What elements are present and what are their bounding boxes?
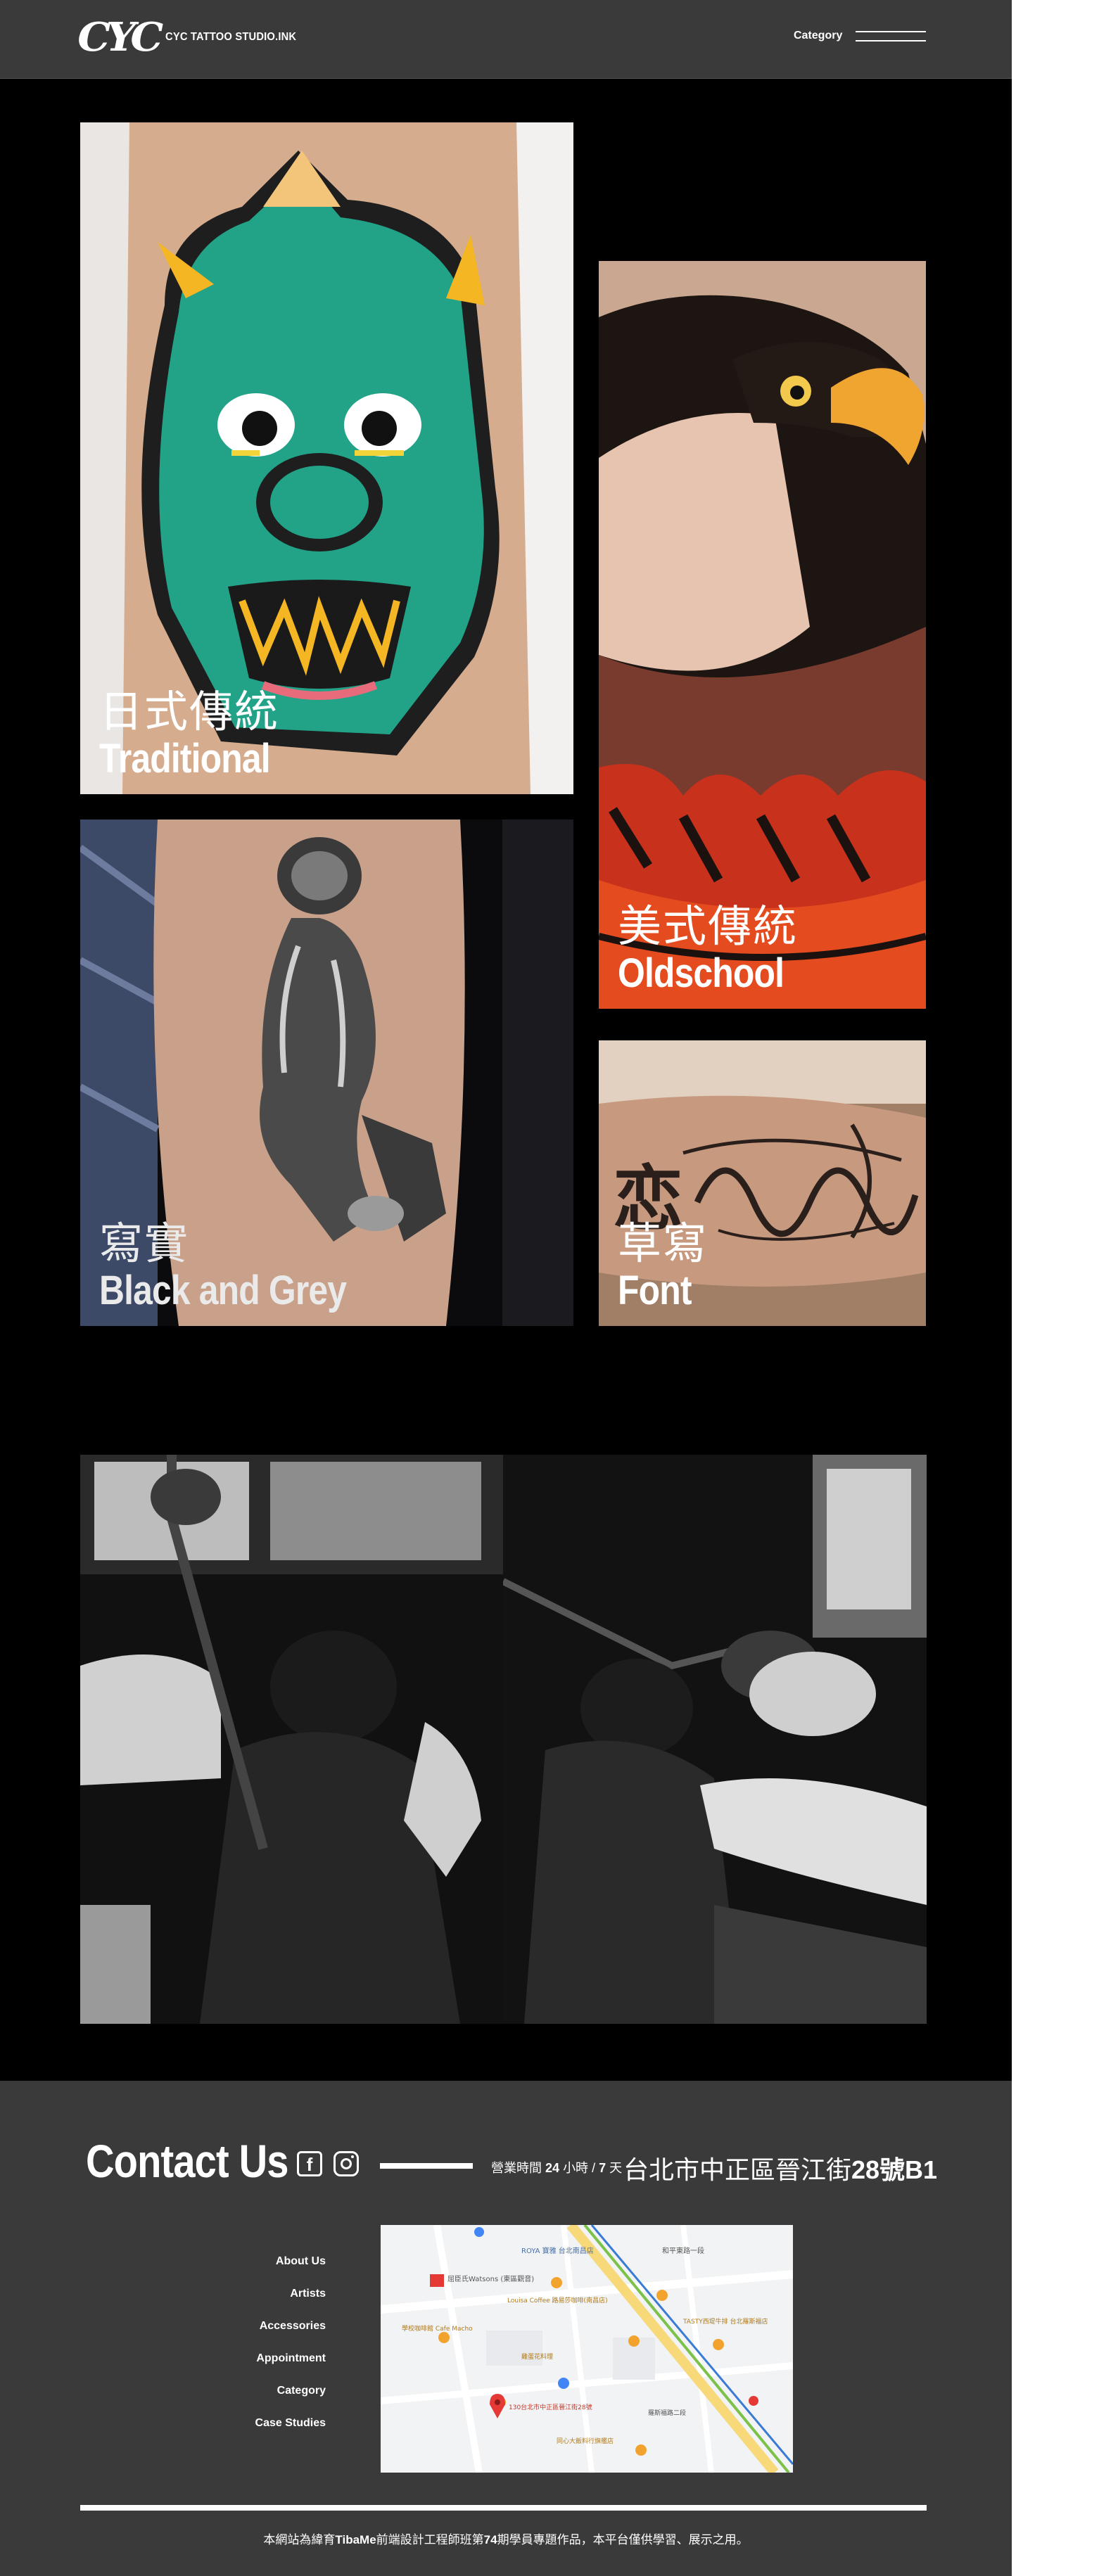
contact-divider [380,2163,473,2169]
site-footer: Contact Us f 營業時間 24 小時 / 7 天 台北市中正區晉江街2… [0,2081,1012,2576]
oldschool-tattoo-image [599,261,926,1009]
studio-photo-right [503,1455,927,2024]
menu-line [856,40,926,42]
address-street: 台北市中正區晉江街 [623,2155,852,2184]
hours-prefix: 營業時間 [491,2161,542,2175]
style-card-traditional[interactable]: 日式傳統 Traditional [80,122,573,794]
business-hours: 營業時間 24 小時 / 7 天 [491,2158,622,2176]
location-map[interactable]: ROYA 寶雅 台北南昌店 和平東路一段 屈臣氏Watsons (東區觀音) L… [381,2225,793,2473]
style-title-zh: 美式傳統 [618,903,799,952]
footer-divider [80,2505,927,2511]
map-label: Louisa Coffee 路易莎咖啡(南昌店) [507,2296,608,2304]
style-title-zh: 草寫 [618,1220,709,1269]
style-card-oldschool[interactable]: 美式傳統 Oldschool [599,261,926,1009]
instagram-lens [341,2158,352,2169]
facebook-icon[interactable]: f [297,2151,322,2176]
nav-category-link[interactable]: Category [794,30,842,42]
studio-photo-left [80,1455,503,2024]
map-label: 學校咖啡館 Cafe Macho [402,2324,473,2333]
map-graphic: ROYA 寶雅 台北南昌店 和平東路一段 屈臣氏Watsons (東區觀音) L… [381,2225,793,2473]
page: CYC CYC TATTOO STUDIO.INK Category 日式傳統 … [0,0,1012,2576]
artist-working-photo-2 [503,1455,927,2024]
style-title-zh: 日式傳統 [99,688,280,737]
map-label: TASTY西堤牛排 台北羅斯福店 [682,2317,768,2326]
logo[interactable]: CYC CYC TATTOO STUDIO.INK [77,13,308,62]
hamburger-menu-icon[interactable] [856,31,926,42]
map-label: 同心大飯料行旗艦店 [557,2437,614,2445]
style-title-en: Black and Grey [99,1268,347,1314]
style-title-en: Font [618,1268,692,1314]
map-label: 屈臣氏Watsons (東區觀音) [447,2274,534,2283]
copyright-number: 74 [483,2533,497,2546]
logo-mark: CYC [77,14,163,60]
contact-title: Contact Us [86,2135,288,2187]
artist-working-photo-1 [80,1455,503,2024]
instagram-icon[interactable] [334,2151,359,2176]
copyright-text: 本網站為緯育 [263,2533,336,2546]
map-label: 和平東路一段 [662,2246,704,2255]
style-card-black-and-grey[interactable]: 寫實 Black and Grey [80,820,573,1326]
footer-nav: About Us Artists Accessories Appointment… [211,2255,326,2449]
footer-link-appointment[interactable]: Appointment [211,2352,326,2384]
map-label: 雞蛋花料理 [521,2352,553,2361]
footer-link-case-studies[interactable]: Case Studies [211,2416,326,2449]
style-title-en: Traditional [99,736,271,782]
footer-link-artists[interactable]: Artists [211,2287,326,2319]
style-title-en: Oldschool [618,950,784,997]
footer-link-accessories[interactable]: Accessories [211,2319,326,2352]
copyright-notice: 本網站為緯育TibaMe前端設計工程師班第74期學員專題作品，本平台僅供學習、展… [0,2530,1012,2547]
copyright-text: 期學員專題作品，本平台僅供學習、展示之用。 [497,2533,749,2546]
footer-link-about-us[interactable]: About Us [211,2255,326,2287]
studio-address: 台北市中正區晉江街28號B1 [623,2150,937,2186]
hours-suffix: 天 [609,2161,623,2175]
map-label: 羅斯福路二段 [648,2409,686,2417]
style-card-font[interactable]: 恋 草寫 Font [599,1040,926,1326]
copyright-text: 前端設計工程師班第 [376,2533,484,2546]
address-number: 28號B1 [851,2155,938,2184]
map-label: ROYA 寶雅 台北南昌店 [521,2246,594,2255]
menu-line [856,31,926,32]
copyright-brand: TibaMe [335,2533,376,2546]
hours-days: 7 [599,2161,606,2175]
style-title-zh: 寫實 [99,1220,190,1269]
footer-link-category[interactable]: Category [211,2384,326,2416]
instagram-dot [351,2155,354,2158]
hours-mid: 小時 / [563,2161,596,2175]
site-header: CYC CYC TATTOO STUDIO.INK Category [0,0,1012,79]
logo-text: CYC TATTOO STUDIO.INK [165,31,297,43]
hours-hours: 24 [545,2161,560,2175]
map-label: 130台北市中正區晉江街28號 [509,2403,592,2411]
